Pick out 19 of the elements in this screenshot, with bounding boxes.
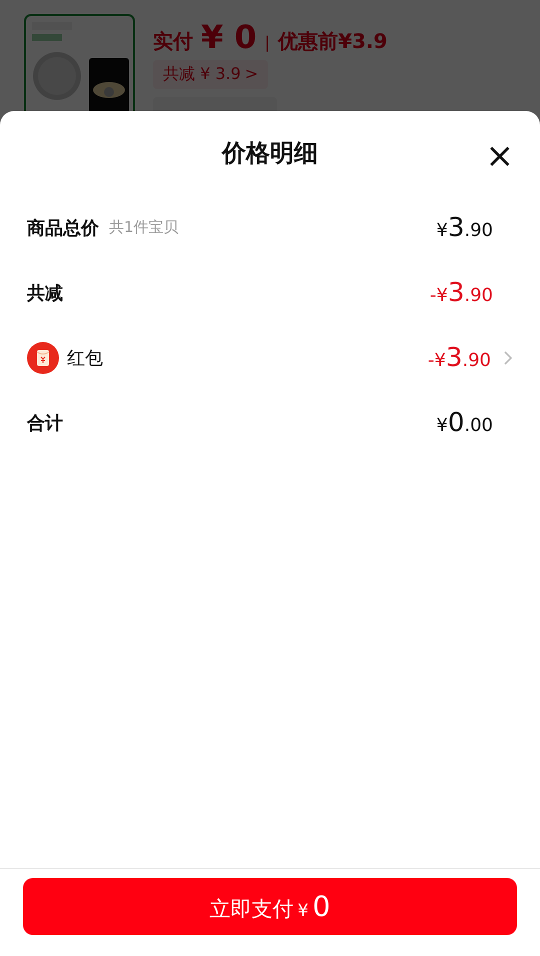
amount: -¥3.90	[428, 342, 491, 372]
original-price: 优惠前¥3.9	[278, 28, 388, 55]
chevron-icon[interactable]	[503, 350, 513, 366]
amount: ¥3.90	[436, 212, 493, 242]
row-label: 商品总价	[27, 216, 99, 240]
paid-label: 实付	[153, 28, 193, 55]
row-label: 共减	[27, 282, 63, 304]
row-label: 合计	[27, 412, 63, 434]
amount: -¥3.90	[430, 278, 493, 308]
row-label: 红包	[67, 346, 103, 370]
separator: |	[264, 33, 270, 52]
sheet-title: 价格明细	[222, 138, 318, 169]
envelope-icon	[27, 342, 59, 374]
paid-amount: ¥ 0	[201, 18, 257, 56]
amount: ¥0.00	[436, 408, 493, 438]
pay-now-button[interactable]: 立即支付 ¥0	[23, 878, 517, 935]
item-count: 共1件宝贝	[109, 218, 179, 237]
discount-chip[interactable]: 共减 ¥ 3.9 >	[153, 60, 268, 89]
close-button[interactable]: ×	[482, 139, 518, 173]
